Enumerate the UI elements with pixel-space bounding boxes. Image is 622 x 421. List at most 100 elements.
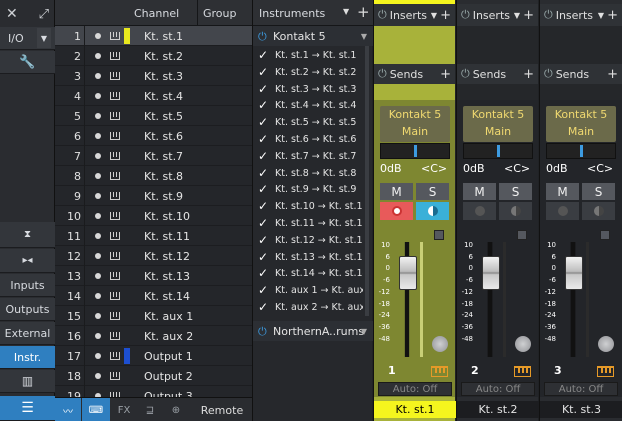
visibility-dot-icon[interactable] [95,193,101,199]
checkmark-icon[interactable]: ✓ [258,300,268,314]
fx-button[interactable]: FX [112,398,136,421]
expand-icon[interactable]: ⤢ [39,7,49,22]
chevron-down-icon[interactable]: ▼ [598,11,604,20]
inserts-area[interactable] [457,26,538,64]
automation-button[interactable]: Auto: Off [544,382,618,396]
instruments-button[interactable]: Instr. [0,346,55,369]
strip-name[interactable]: Kt. st.2 [457,401,539,418]
instrument-route[interactable]: ✓ Kt. aux 1 → Kt. aux 1 [253,282,373,299]
mute-button[interactable]: M [546,183,579,200]
instrument-route[interactable]: ✓ Kt. st.13 → Kt. st.13 [253,249,373,266]
instrument-slot[interactable]: Kontakt 5 Main [463,106,533,142]
automation-button[interactable]: Auto: Off [378,382,452,396]
sends-area[interactable] [457,84,538,100]
visibility-dot-icon[interactable] [95,293,101,299]
visibility-dot-icon[interactable] [95,313,101,319]
power-icon[interactable]: ⏻ [544,8,553,22]
wrench-icon[interactable]: 🔧 [0,51,55,74]
volume-fader[interactable] [399,256,417,290]
outputs-button[interactable]: Outputs [0,298,55,321]
monitor-button[interactable] [499,202,532,220]
checkmark-icon[interactable]: ✓ [258,266,268,280]
checkmark-icon[interactable]: ✓ [258,199,268,213]
add-send-icon[interactable]: + [607,67,618,82]
checkmark-icon[interactable]: ✓ [258,132,268,146]
monitor-button[interactable] [582,202,615,220]
solo-button[interactable]: S [499,183,532,200]
instrument-route[interactable]: ✓ Kt. st.2 → Kt. st.2 [253,64,373,81]
expand-icon[interactable] [517,230,527,240]
piano-icon[interactable] [514,366,531,377]
checkmark-icon[interactable]: ✓ [258,149,268,163]
pan-readout[interactable]: <C> [504,162,530,175]
solo-button[interactable]: S [416,183,449,200]
power-icon[interactable]: ⏻ [461,67,470,81]
checkmark-icon[interactable]: ✓ [258,65,268,79]
bus-icon[interactable]: ⊒ [138,398,162,421]
waveform-icon[interactable]: 〰 [55,398,81,421]
add-insert-icon[interactable]: + [523,8,534,23]
instrument-route[interactable]: ✓ Kt. st.5 → Kt. st.5 [253,114,373,131]
instrument-route[interactable]: ✓ Kt. aux 2 → Kt. aux 2 [253,299,373,316]
power-icon[interactable]: ⏻ [258,30,267,44]
chevron-down-icon[interactable]: ▼ [431,11,437,20]
instrument-route[interactable]: ✓ Kt. st.9 → Kt. st.9 [253,181,373,198]
power-icon[interactable]: ⏻ [544,67,553,81]
inserts-area[interactable] [540,26,622,64]
strip-name[interactable]: Kt. st.1 [374,401,456,418]
instrument-route[interactable]: ✓ Kt. st.12 → Kt. st.12 [253,232,373,249]
volume-readout[interactable]: 0dB [546,162,568,175]
chevron-down-icon[interactable]: ▼ [361,32,367,41]
instrument-slot[interactable]: Kontakt 5 Main [546,106,616,142]
power-icon[interactable]: ⏻ [258,325,267,339]
add-insert-icon[interactable]: + [607,8,618,23]
io-selector[interactable]: I/O ▼ [0,27,55,50]
close-icon[interactable]: ✕ [6,6,18,22]
mute-button[interactable]: M [380,183,413,200]
pan-slider[interactable] [546,143,616,159]
record-button[interactable] [463,202,496,220]
solo-button[interactable]: S [582,183,615,200]
checkmark-icon[interactable]: ✓ [258,250,268,264]
expand-icon[interactable] [600,230,610,240]
pan-knob-icon[interactable] [515,336,531,352]
volume-fader[interactable] [482,256,500,290]
list-icon[interactable]: ☰ [0,396,55,421]
chevron-down-icon[interactable]: ▼ [343,7,349,16]
strip-name[interactable]: Kt. st.3 [540,401,622,418]
collapse-horizontal-icon[interactable]: ▸◂ [0,249,55,273]
checkmark-icon[interactable]: ✓ [258,166,268,180]
instrument-slot[interactable]: Kontakt 5 Main [380,106,450,142]
instrument-route[interactable]: ✓ Kt. st.6 → Kt. st.6 [253,131,373,148]
instruments-scrollbar[interactable] [365,46,369,316]
visibility-dot-icon[interactable] [95,213,101,219]
pan-slider[interactable] [380,143,450,159]
instrument-route[interactable]: ✓ Kt. st.4 → Kt. st.4 [253,97,373,114]
sends-area[interactable] [540,84,622,100]
pan-slider[interactable] [463,143,533,159]
visibility-dot-icon[interactable] [95,93,101,99]
add-send-icon[interactable]: + [440,67,451,82]
volume-readout[interactable]: 0dB [380,162,402,175]
volume-fader[interactable] [565,256,583,290]
visibility-dot-icon[interactable] [95,73,101,79]
remote-button[interactable]: Remote [193,398,251,421]
checkmark-icon[interactable]: ✓ [258,48,268,62]
instrument-kontakt[interactable]: ⏻ Kontakt 5 ▼ [253,26,373,46]
chevron-down-icon[interactable]: ▼ [361,327,367,336]
visibility-dot-icon[interactable] [95,153,101,159]
checkmark-icon[interactable]: ✓ [258,115,268,129]
vca-icon[interactable]: ⊕ [163,398,189,421]
chevron-down-icon[interactable]: ▼ [37,28,51,48]
instrument-northern[interactable]: ⏻ NorthernA..rums ▼ [253,321,373,341]
visibility-dot-icon[interactable] [95,353,101,359]
record-button[interactable] [380,202,413,220]
pan-readout[interactable]: <C> [421,162,447,175]
visibility-dot-icon[interactable] [95,133,101,139]
power-icon[interactable]: ⏻ [461,8,470,22]
inputs-button[interactable]: Inputs [0,274,55,297]
visibility-dot-icon[interactable] [95,173,101,179]
record-button[interactable] [546,202,579,220]
mixer-strip[interactable]: ⏻ Inserts ▼ + ⏻ Sends + Kontakt 5 Main 0dB <C> M S 10… [456,0,539,421]
add-send-icon[interactable]: + [523,67,534,82]
